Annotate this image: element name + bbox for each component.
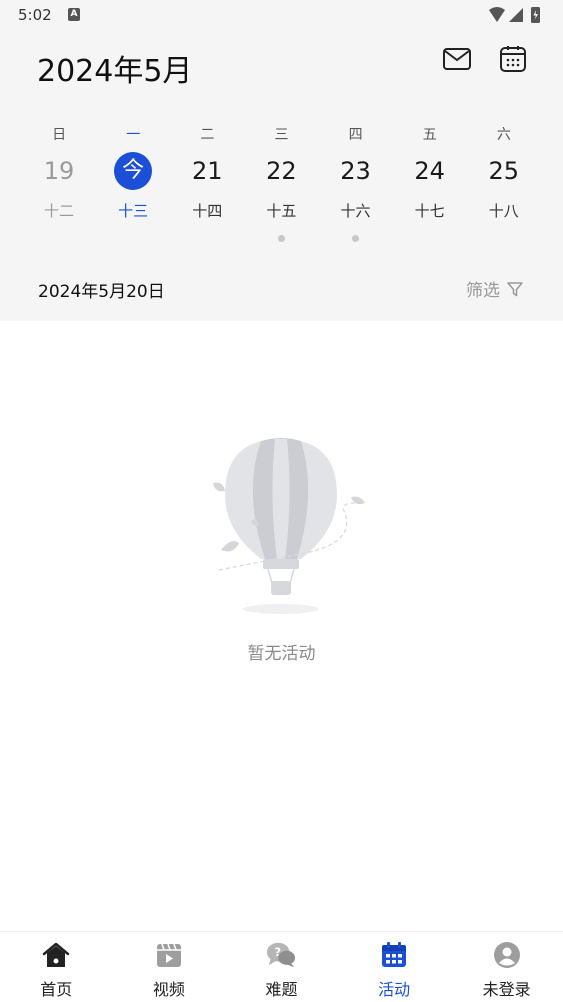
hot-air-balloon-illustration <box>213 438 365 614</box>
weekday-row: 日 一 二 三 四 五 六 <box>22 124 541 146</box>
tab-activities[interactable]: 活动 <box>338 932 451 1002</box>
mail-button[interactable] <box>440 42 474 76</box>
day-cell-23[interactable]: 23 十六 <box>319 152 393 242</box>
home-icon <box>41 940 71 970</box>
lunar-date: 十四 <box>192 202 223 220</box>
weekday-thu: 四 <box>348 127 363 143</box>
day-number: 24 <box>414 157 445 185</box>
day-cell-25[interactable]: 25 十八 <box>467 152 541 242</box>
day-number: 25 <box>488 157 520 185</box>
event-dot <box>277 235 285 242</box>
today-badge: 今 <box>114 152 153 190</box>
user-icon <box>492 940 522 970</box>
status-bar: 5:02 A <box>0 0 563 30</box>
wifi-icon <box>489 7 505 22</box>
lunar-date: 十五 <box>266 202 297 220</box>
tab-home[interactable]: 首页 <box>0 932 113 1002</box>
lunar-date: 十三 <box>118 202 149 220</box>
empty-state: 暂无活动 <box>0 321 563 931</box>
filter-button[interactable]: 筛选 <box>466 276 524 301</box>
weekday-sun: 日 <box>52 127 67 143</box>
filter-icon <box>507 281 523 296</box>
weekday-sat: 六 <box>496 127 511 143</box>
tab-label: 未登录 <box>482 980 531 999</box>
empty-state-text: 暂无活动 <box>247 644 316 664</box>
tab-label: 视频 <box>152 980 185 999</box>
status-icons <box>489 7 540 23</box>
question-chat-icon: ? <box>266 940 296 970</box>
tab-label: 活动 <box>378 980 411 999</box>
lunar-date: 十六 <box>340 202 371 220</box>
video-icon <box>154 940 184 970</box>
filter-label: 筛选 <box>466 281 500 301</box>
svg-text:?: ? <box>275 946 282 959</box>
day-cell-21[interactable]: 21 十四 <box>170 152 244 242</box>
selected-date: 2024年5月20日 <box>38 282 165 302</box>
tab-profile[interactable]: 未登录 <box>450 932 563 1002</box>
calendar-grid-icon <box>500 46 526 72</box>
calendar-view-button[interactable] <box>496 42 530 76</box>
day-number: 21 <box>192 157 223 185</box>
day-number: 23 <box>340 157 371 185</box>
day-cell-24[interactable]: 24 十七 <box>393 152 467 242</box>
weekday-fri: 五 <box>422 127 437 143</box>
keyboard-notification-icon: A <box>68 8 80 21</box>
day-cell-today[interactable]: 今 十三 <box>96 152 170 242</box>
bottom-tab-bar: 首页 视频 ? 难题 活动 未登录 <box>0 931 563 1002</box>
day-cell-19[interactable]: 19 十二 <box>22 152 96 242</box>
event-dot <box>352 235 360 242</box>
weekday-tue: 二 <box>200 127 215 143</box>
tab-label: 难题 <box>265 980 298 999</box>
weekday-wed: 三 <box>274 127 289 143</box>
lunar-date: 十二 <box>44 202 75 220</box>
lunar-date: 十七 <box>414 202 445 220</box>
mail-icon <box>443 48 471 70</box>
weekday-mon: 一 <box>126 127 141 143</box>
lunar-date: 十八 <box>488 202 519 220</box>
day-cell-22[interactable]: 22 十五 <box>244 152 318 242</box>
tab-video[interactable]: 视频 <box>113 932 226 1002</box>
day-number: 22 <box>266 157 297 185</box>
week-days-row: 19 十二 今 十三 21 十四 22 十五 23 十六 24 十七 25 十八 <box>22 152 541 242</box>
tab-label: 首页 <box>40 980 73 999</box>
day-number: 19 <box>43 157 75 185</box>
tab-questions[interactable]: ? 难题 <box>225 932 338 1002</box>
status-time: 5:02 <box>18 6 52 24</box>
month-title: 2024年5月 <box>37 54 193 89</box>
calendar-icon <box>379 940 409 970</box>
signal-icon <box>509 8 523 22</box>
calendar-header: 5:02 A 2024年5月 日 一 二 三 四 五 六 19 十二 今 十三 … <box>0 0 563 321</box>
